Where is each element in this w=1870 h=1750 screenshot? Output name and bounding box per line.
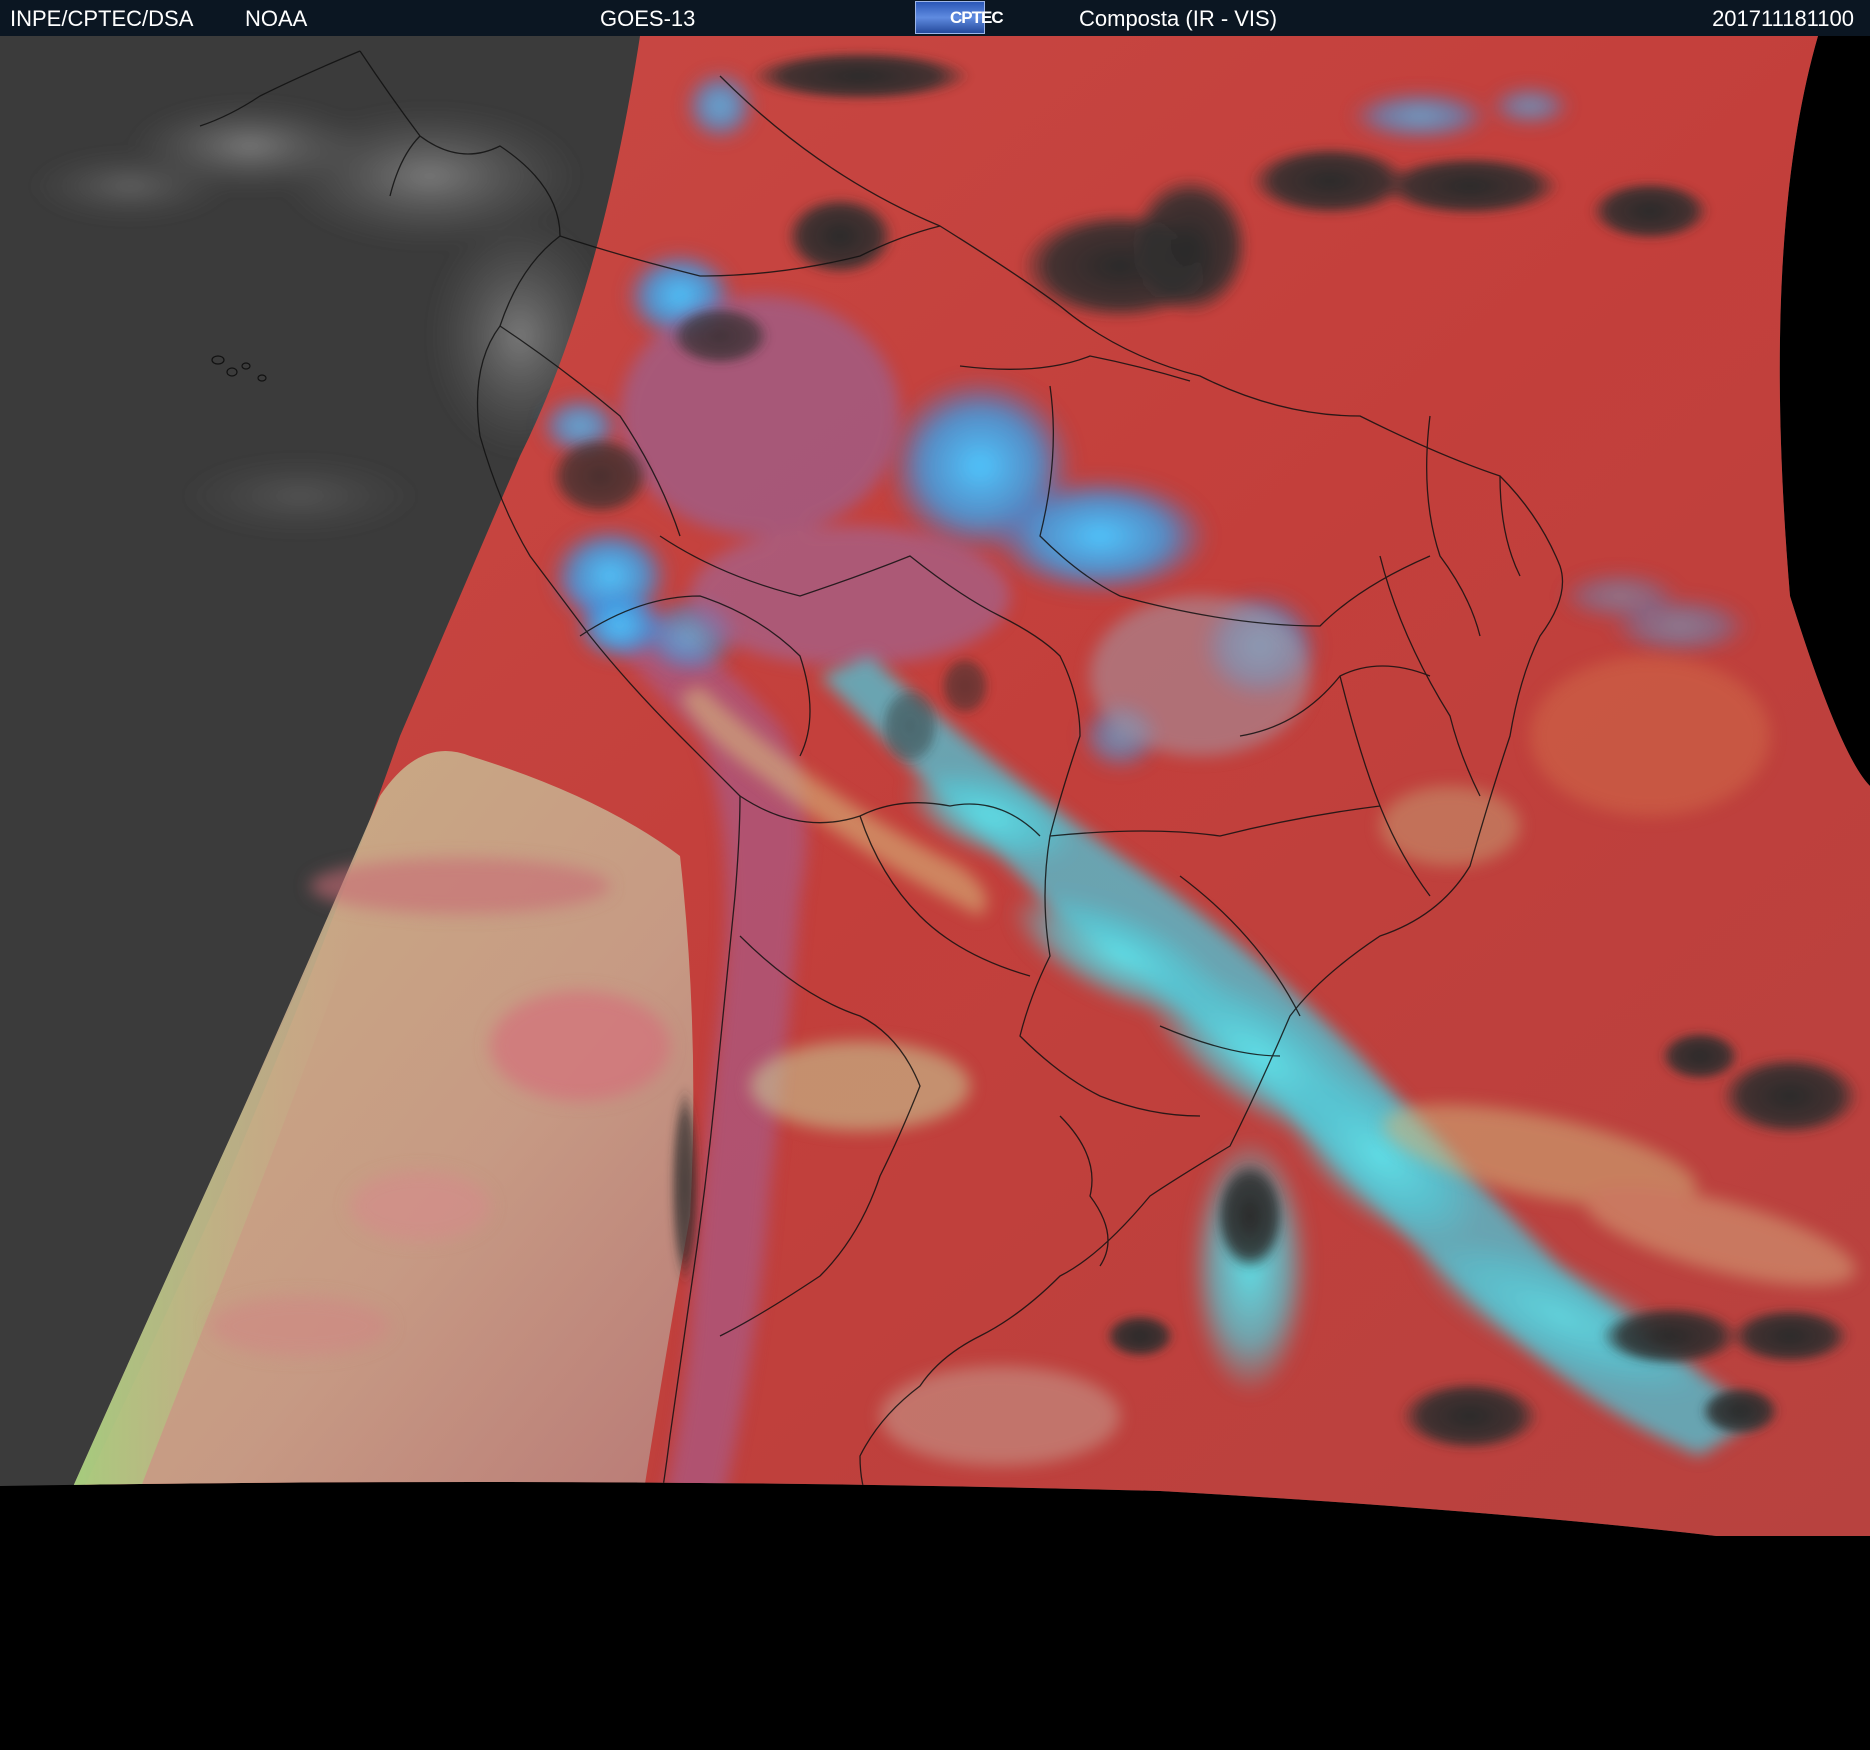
title-bar: INPE/CPTEC/DSA NOAA GOES-13 CPTEC Compos…	[0, 0, 1870, 36]
earth-disk	[0, 36, 1870, 1536]
organization-label: INPE/CPTEC/DSA	[10, 6, 194, 31]
cptec-logo: CPTEC	[915, 1, 1004, 34]
satellite-image	[0, 36, 1870, 1750]
satellite-label: GOES-13	[600, 6, 696, 31]
product-label: Composta (IR - VIS)	[1079, 6, 1278, 31]
satellite-composite-map	[0, 36, 1870, 1750]
timestamp-label: 201711181100	[1712, 6, 1854, 31]
agency-label: NOAA	[245, 6, 308, 31]
